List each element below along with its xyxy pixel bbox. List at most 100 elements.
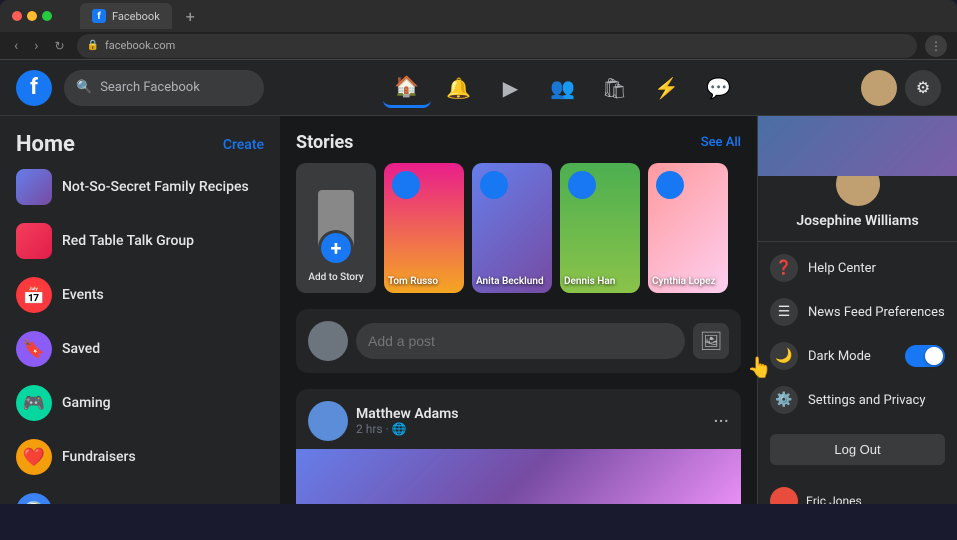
tl-red[interactable] <box>12 11 22 21</box>
help-center-item[interactable]: ❓ Help Center <box>758 246 957 290</box>
sidebar: Home Create Not-So-Secret Family Recipes… <box>0 60 280 504</box>
settings-privacy-item[interactable]: ⚙️ Settings and Privacy <box>758 378 957 422</box>
sidebar-item-red-table[interactable]: Red Table Talk Group <box>8 215 272 267</box>
fb-logo[interactable]: f <box>16 70 52 106</box>
story-name-2: Anita Becklund <box>476 276 548 287</box>
profile-section: Josephine Williams <box>758 176 957 242</box>
nav-groups-button[interactable]: ⚡ <box>643 68 691 108</box>
post-image: Hi friends! I need podcast suggestions. … <box>296 449 741 504</box>
story-avatar-4 <box>656 171 684 199</box>
settings-privacy-label: Settings and Privacy <box>808 393 926 408</box>
sidebar-item-not-so-secret[interactable]: Not-So-Secret Family Recipes <box>8 161 272 213</box>
story-card-3[interactable]: Dennis Han <box>560 163 640 293</box>
settings-privacy-dropdown-icon: ⚙️ <box>770 386 798 414</box>
stories-section: Stories See All + Add to Story Tom Russo <box>296 132 741 293</box>
nav-home-button[interactable]: 🏠 <box>383 68 431 108</box>
dropdown-menu: ❓ Help Center ☰ News Feed Preferences 🌙 … <box>758 242 957 426</box>
sidebar-item-memories[interactable]: 🕐 Memories <box>8 485 272 504</box>
sidebar-item-label: Saved <box>62 341 100 357</box>
fundraisers-icon: ❤️ <box>16 439 52 475</box>
nav-bell-button[interactable]: 🔔 <box>435 68 483 108</box>
help-center-icon: ❓ <box>770 254 798 282</box>
main-feed: Stories See All + Add to Story Tom Russo <box>280 60 757 504</box>
lock-icon: 🔒 <box>87 40 99 51</box>
sidebar-item-saved[interactable]: 🔖 Saved <box>8 323 272 375</box>
group-icon <box>16 169 52 205</box>
post-author-info: Matthew Adams 2 hrs · 🌐 <box>356 406 705 436</box>
dark-mode-item[interactable]: 🌙 Dark Mode <box>758 334 957 378</box>
nav-tv-button[interactable]: ▶ <box>487 68 535 108</box>
post-meta: 2 hrs · 🌐 <box>356 422 705 436</box>
story-card-4[interactable]: Cynthia Lopez <box>648 163 728 293</box>
events-icon: 📅 <box>16 277 52 313</box>
add-story-card[interactable]: + Add to Story <box>296 163 376 293</box>
forward-button[interactable]: › <box>30 36 42 56</box>
help-center-label: Help Center <box>808 261 876 276</box>
post-menu-button[interactable]: ··· <box>713 409 729 433</box>
add-story-circle: + <box>318 230 354 266</box>
sidebar-item-label: Not-So-Secret Family Recipes <box>62 179 249 195</box>
logout-button[interactable]: Log Out <box>770 434 945 465</box>
see-all-button[interactable]: See All <box>701 135 741 150</box>
stories-header: Stories See All <box>296 132 741 153</box>
app-container: f 🔍 Search Facebook 🏠 🔔 ▶ 👥 🛍 ⚡ 💬 ⚙ Home… <box>0 60 957 504</box>
profile-avatar-button[interactable] <box>861 70 897 106</box>
photo-video-button[interactable]: 🖼 <box>693 323 729 359</box>
composer-row: 🖼 <box>308 321 729 361</box>
post-card: Matthew Adams 2 hrs · 🌐 ··· Hi friends! … <box>296 389 741 504</box>
story-avatar-2 <box>480 171 508 199</box>
contact-name-1: Eric Jones <box>806 494 862 504</box>
sidebar-create-button[interactable]: Create <box>223 137 264 153</box>
settings-button[interactable]: ⚙ <box>905 70 941 106</box>
feed-inner: Stories See All + Add to Story Tom Russo <box>280 116 757 504</box>
url-text: facebook.com <box>105 39 175 52</box>
tab-bar: f Facebook + <box>68 2 945 30</box>
refresh-button[interactable]: ↻ <box>50 37 68 55</box>
dark-mode-label: Dark Mode <box>808 349 871 364</box>
search-icon: 🔍 <box>76 80 92 95</box>
sidebar-item-label: Red Table Talk Group <box>62 233 194 249</box>
tl-yellow[interactable] <box>27 11 37 21</box>
search-bar[interactable]: 🔍 Search Facebook <box>64 70 264 106</box>
sidebar-item-fundraisers[interactable]: ❤️ Fundraisers <box>8 431 272 483</box>
nav-friends-button[interactable]: 👥 <box>539 68 587 108</box>
post-input[interactable] <box>356 323 685 359</box>
tl-green[interactable] <box>42 11 52 21</box>
sidebar-item-gaming[interactable]: 🎮 Gaming <box>8 377 272 429</box>
sidebar-item-label: Events <box>62 287 104 303</box>
dark-mode-toggle[interactable] <box>905 345 945 367</box>
sidebar-inner: Home Create Not-So-Secret Family Recipes… <box>0 116 280 504</box>
browser-settings-button[interactable]: ⋮ <box>925 35 947 57</box>
sidebar-item-events[interactable]: 📅 Events <box>8 269 272 321</box>
sidebar-header: Home Create <box>8 124 272 161</box>
back-button[interactable]: ‹ <box>10 36 22 56</box>
url-box[interactable]: 🔒 facebook.com <box>77 34 918 58</box>
nav-messenger-button[interactable]: 💬 <box>695 68 743 108</box>
nav-icons: 🏠 🔔 ▶ 👥 🛍 ⚡ 💬 <box>276 68 849 108</box>
story-name-1: Tom Russo <box>388 276 460 287</box>
tab-favicon: f <box>92 9 106 23</box>
stories-title: Stories <box>296 132 353 153</box>
story-card-1[interactable]: Tom Russo <box>384 163 464 293</box>
dark-mode-icon: 🌙 <box>770 342 798 370</box>
top-nav: f 🔍 Search Facebook 🏠 🔔 ▶ 👥 🛍 ⚡ 💬 ⚙ <box>0 60 957 116</box>
news-feed-pref-item[interactable]: ☰ News Feed Preferences <box>758 290 957 334</box>
contact-avatar-1 <box>770 487 798 504</box>
story-card-2[interactable]: Anita Becklund <box>472 163 552 293</box>
news-feed-icon: ☰ <box>770 298 798 326</box>
new-tab-button[interactable]: + <box>180 7 201 26</box>
tab-title: Facebook <box>112 10 160 23</box>
browser-chrome: f Facebook + ‹ › ↻ 🔒 facebook.com ⋮ <box>0 0 957 60</box>
post-composer: 🖼 <box>296 309 741 373</box>
story-name-3: Dennis Han <box>564 276 636 287</box>
nav-store-button[interactable]: 🛍 <box>591 68 639 108</box>
stories-row: + Add to Story Tom Russo Anita Becklund … <box>296 163 741 293</box>
add-story-label: Add to Story <box>308 272 363 283</box>
active-tab[interactable]: f Facebook <box>80 3 172 29</box>
post-avatar <box>308 401 348 441</box>
toggle-knob <box>925 347 943 365</box>
contact-item-1[interactable]: Eric Jones <box>758 481 957 504</box>
story-avatar-1 <box>392 171 420 199</box>
address-bar: ‹ › ↻ 🔒 facebook.com ⋮ <box>0 32 957 60</box>
group-red-icon <box>16 223 52 259</box>
